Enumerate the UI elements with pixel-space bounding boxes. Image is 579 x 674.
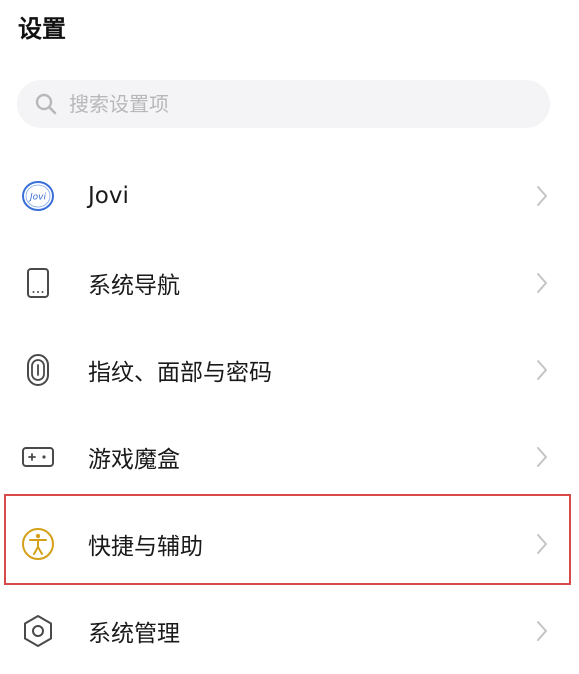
settings-item-label: 快捷与辅助 [88,533,203,560]
settings-item-game-box[interactable]: 游戏魔盒 [0,413,579,500]
chevron-right-icon [533,530,551,558]
settings-list: Jovi Jovi 系统导航 指纹、面部与密码 游戏魔盒 快捷与辅助 系统管理 [0,152,579,674]
jovi-icon-text: Jovi [28,192,46,202]
settings-item-label: Jovi [88,182,129,209]
jovi-icon: Jovi [20,178,56,214]
chevron-right-icon [533,443,551,471]
settings-item-system-navigation[interactable]: 系统导航 [0,239,579,326]
settings-item-label: 指纹、面部与密码 [88,359,272,386]
settings-item-label: 系统导航 [88,272,180,299]
accessibility-icon [20,526,56,562]
chevron-right-icon [533,617,551,645]
chevron-right-icon [533,356,551,384]
hexagon-settings-icon [20,613,56,649]
fingerprint-icon [20,352,56,388]
search-input[interactable] [69,84,509,124]
search-bar[interactable] [17,80,550,128]
page-title: 设置 [18,15,66,43]
settings-item-jovi[interactable]: Jovi Jovi [0,152,579,239]
settings-item-label: 系统管理 [88,620,180,647]
settings-item-fingerprint-face-password[interactable]: 指纹、面部与密码 [0,326,579,413]
settings-item-shortcuts-accessibility[interactable]: 快捷与辅助 [0,500,579,587]
chevron-right-icon [533,269,551,297]
settings-item-label: 游戏魔盒 [88,446,180,473]
chevron-right-icon [533,182,551,210]
settings-item-system-management[interactable]: 系统管理 [0,587,579,674]
search-icon [33,91,59,117]
game-box-icon [20,439,56,475]
phone-navigation-icon [20,265,56,301]
